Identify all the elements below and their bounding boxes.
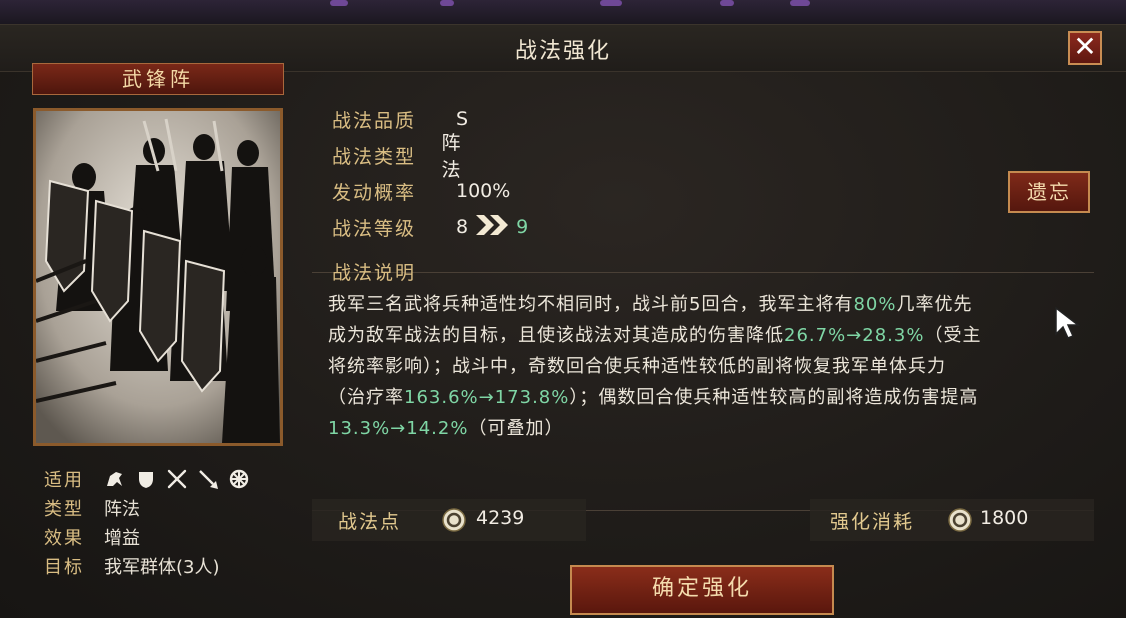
rate-value: 100% [456,180,511,202]
skill-name-banner: 武锋阵 [32,63,284,95]
quality-value: S [456,108,469,130]
description-title: 战法说明 [332,262,417,284]
window-title: 战法强化 [514,39,611,64]
divider [312,272,1094,273]
property-label: 适用 [44,469,84,491]
shield-icon [135,468,157,490]
close-button[interactable]: ✕ [1068,31,1102,65]
description-line: 我军三名武将兵种适性均不相同时，战斗前5回合，我军主将有80%几率优先 [328,289,1078,320]
highlight-value: 13.3%→14.2% [328,418,469,439]
description-text: 将统率影响）；战斗中，奇数回合使兵种适性较低的副将恢复我军单体兵力 [328,356,946,377]
description-text: 几率优先 [896,294,973,315]
property-row-type: 类型 阵法 [44,493,250,522]
property-value: 我军群体(3人) [104,556,220,578]
wheel-icon [228,468,250,490]
upgrade-cost-value: 1800 [980,507,1029,529]
spear-icon [197,468,219,490]
description-line: 成为敌军战法的目标，且使该战法对其造成的伤害降低26.7%→28.3%（受主 [328,320,1078,351]
description-text: 成为敌军战法的目标，且使该战法对其造成的伤害降低 [328,325,784,346]
property-row-effect: 效果 增益 [44,522,250,551]
skill-artwork [33,108,283,446]
crossed-swords-icon [166,468,188,490]
level-label: 战法等级 [332,217,417,240]
description-text: （治疗率 [328,387,404,408]
property-row-usable: 适用 [44,464,250,493]
cavalry-icon [104,468,126,490]
property-value: 增益 [104,527,140,549]
property-value: 阵法 [104,498,140,520]
double-chevron-icon [474,213,510,241]
confirm-upgrade-button[interactable]: 确定强化 [570,565,834,615]
coin-icon [948,508,972,532]
upgrade-cost-bar: 强化消耗 1800 [810,499,1094,541]
upgrade-cost-label: 强化消耗 [830,511,915,533]
close-icon: ✕ [1073,30,1097,63]
skill-points-label: 战法点 [338,511,402,533]
property-row-target: 目标 我军群体(3人) [44,551,250,580]
coin-icon [442,508,466,532]
highlight-value: 163.6%→173.8% [404,387,570,408]
quality-label: 战法品质 [332,109,417,132]
description-text: ）；偶数回合使兵种适性较高的副将造成伤害提高 [569,387,979,408]
property-label: 类型 [44,498,84,520]
confirm-upgrade-label: 确定强化 [651,576,752,601]
level-current: 8 [456,216,469,238]
forget-button[interactable]: 遗忘 [1008,171,1090,213]
description-line: （治疗率163.6%→173.8%）；偶数回合使兵种适性较高的副将造成伤害提高 [328,382,1078,413]
mouse-cursor-icon [1054,306,1084,344]
description-text: （受主 [924,325,982,346]
property-label: 效果 [44,527,84,549]
level-next: 9 [516,216,529,238]
type-label: 战法类型 [332,145,417,168]
skill-points-bar: 战法点 4239 [312,499,586,541]
highlight-value: 26.7%→28.3% [784,325,925,346]
description-line: 将统率影响）；战斗中，奇数回合使兵种适性较低的副将恢复我军单体兵力 [328,351,1078,382]
description-text: 我军三名武将兵种适性均不相同时，战斗前5回合，我军主将有 [328,294,854,315]
description-line: 13.3%→14.2%（可叠加） [328,413,1078,444]
info-row-rate: 发动概率 100% [332,173,510,209]
unit-type-icons [104,468,250,490]
info-row-type: 战法类型 阵法 [332,132,475,181]
skill-points-value: 4239 [476,507,525,529]
property-label: 目标 [44,556,84,578]
skill-properties: 适用 类型 阵法 效果 增益 目标 我军群体(3人) [44,464,250,580]
description-text: （可叠加） [468,418,564,439]
background-strip [0,0,1126,24]
skill-description: 我军三名武将兵种适性均不相同时，战斗前5回合，我军主将有80%几率优先 成为敌军战… [328,289,1078,444]
rate-label: 发动概率 [332,181,417,204]
highlight-value: 80% [853,294,897,315]
info-row-level: 战法等级 8 9 [332,209,528,245]
